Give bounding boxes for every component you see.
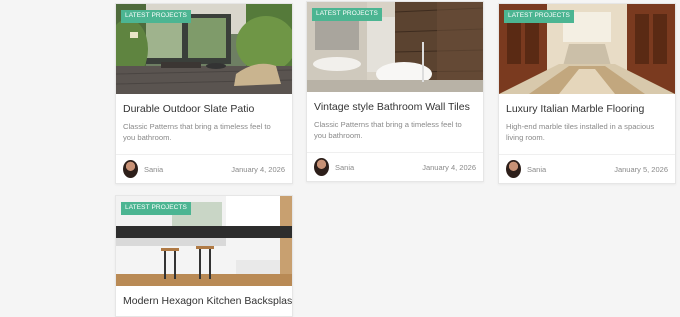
card-footer: Sania January 5, 2026	[499, 154, 675, 183]
card-footer: Sania January 4, 2026	[307, 152, 483, 181]
project-card[interactable]: LATEST PROJECTS Durable Outdoor Slate Pa…	[115, 3, 293, 184]
author-avatar	[506, 160, 521, 178]
card-title[interactable]: Modern Hexagon Kitchen Backsplash	[123, 295, 292, 308]
card-description: High-end marble tiles installed in a spa…	[506, 122, 655, 142]
author-name: Sania	[527, 164, 547, 174]
kitchen-image[interactable]: LATEST PROJECTS	[116, 196, 292, 286]
latest-projects-badge: LATEST PROJECTS	[504, 10, 574, 23]
project-card[interactable]: LATEST PROJECTS Modern Hexagon Kitchen B…	[115, 195, 293, 317]
post-date: January 4, 2026	[422, 162, 476, 172]
author-avatar	[314, 158, 329, 176]
bathroom-image[interactable]: LATEST PROJECTS	[307, 2, 483, 92]
patio-image[interactable]: LATEST PROJECTS	[116, 4, 292, 94]
card-description: Classic Patterns that bring a timeless f…	[314, 120, 462, 140]
project-card[interactable]: LATEST PROJECTS Vintage style Bathroom W…	[306, 1, 484, 182]
latest-projects-badge: LATEST PROJECTS	[312, 8, 382, 21]
card-title[interactable]: Durable Outdoor Slate Patio	[123, 103, 285, 116]
project-card[interactable]: LATEST PROJECTS Luxury Italian Marble Fl…	[498, 3, 676, 184]
card-title[interactable]: Luxury Italian Marble Flooring	[506, 103, 668, 116]
author-name: Sania	[144, 164, 164, 174]
marble-hall-image[interactable]: LATEST PROJECTS	[499, 4, 675, 94]
latest-projects-badge: LATEST PROJECTS	[121, 10, 191, 23]
post-date: January 5, 2026	[614, 164, 668, 174]
post-date: January 4, 2026	[231, 164, 285, 174]
author-name: Sania	[335, 162, 355, 172]
author-avatar	[123, 160, 138, 178]
card-footer: Sania January 4, 2026	[116, 154, 292, 183]
latest-projects-badge: LATEST PROJECTS	[121, 202, 191, 215]
card-title[interactable]: Vintage style Bathroom Wall Tiles	[314, 101, 476, 114]
card-description: Classic Patterns that bring a timeless f…	[123, 122, 271, 142]
